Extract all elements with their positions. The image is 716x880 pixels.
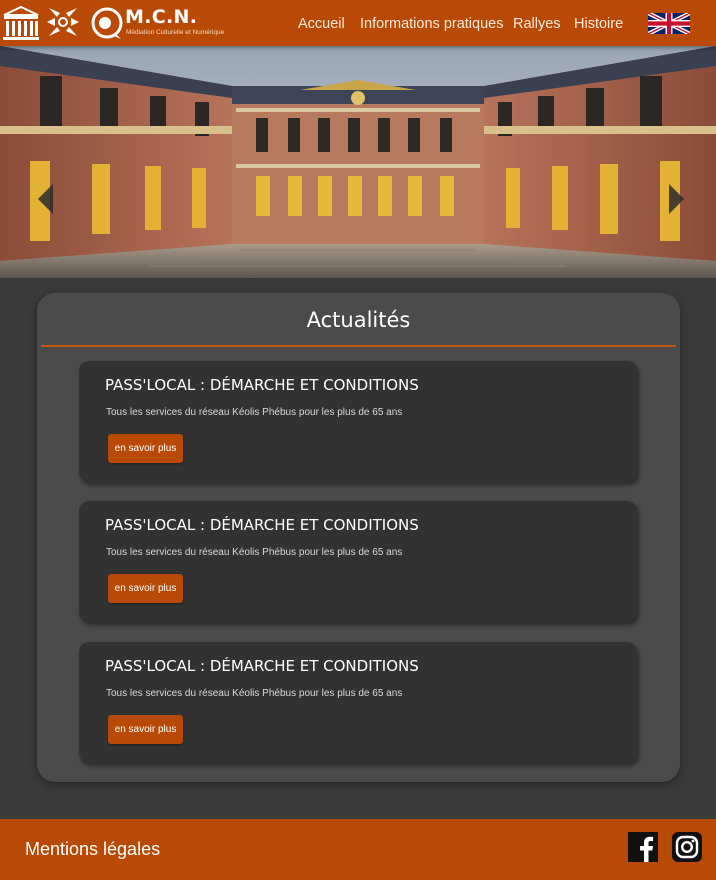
nav-accueil[interactable]: Accueil bbox=[298, 15, 345, 33]
hero-slider bbox=[0, 46, 716, 278]
compass-logo-icon[interactable] bbox=[45, 4, 81, 40]
news-title-divider bbox=[41, 345, 676, 347]
news-card: PASS'LOCAL : DÉMARCHE ET CONDITIONS Tous… bbox=[79, 642, 637, 763]
news-card-text: Tous les services du réseau Kéolis Phébu… bbox=[106, 407, 403, 418]
mcn-logo-icon[interactable] bbox=[90, 6, 126, 40]
site-header: M.C.N. Médiation Culturelle et Numérique… bbox=[0, 0, 716, 46]
nav-informations-pratiques[interactable]: Informations pratiques bbox=[360, 15, 503, 33]
news-card-title: PASS'LOCAL : DÉMARCHE ET CONDITIONS bbox=[105, 657, 419, 675]
facebook-icon[interactable] bbox=[628, 832, 658, 862]
instagram-icon[interactable] bbox=[672, 832, 702, 862]
news-card-title: PASS'LOCAL : DÉMARCHE ET CONDITIONS bbox=[105, 516, 419, 534]
chevron-left-icon[interactable] bbox=[38, 184, 54, 214]
news-card: PASS'LOCAL : DÉMARCHE ET CONDITIONS Tous… bbox=[79, 361, 637, 482]
news-card: PASS'LOCAL : DÉMARCHE ET CONDITIONS Tous… bbox=[79, 501, 637, 622]
news-panel: Actualités PASS'LOCAL : DÉMARCHE ET COND… bbox=[37, 293, 680, 782]
brand-name[interactable]: M.C.N. bbox=[125, 7, 197, 27]
nav-histoire[interactable]: Histoire bbox=[574, 15, 623, 33]
news-card-title: PASS'LOCAL : DÉMARCHE ET CONDITIONS bbox=[105, 376, 419, 394]
uk-flag-icon[interactable] bbox=[648, 13, 690, 34]
news-title: Actualités bbox=[306, 308, 411, 332]
chevron-right-icon[interactable] bbox=[668, 184, 684, 214]
read-more-button[interactable]: en savoir plus bbox=[108, 574, 183, 603]
read-more-button[interactable]: en savoir plus bbox=[108, 434, 183, 463]
news-card-text: Tous les services du réseau Kéolis Phébu… bbox=[106, 688, 403, 699]
nav-rallyes[interactable]: Rallyes bbox=[513, 15, 561, 33]
hero-image bbox=[0, 46, 716, 278]
legal-notice-link[interactable]: Mentions légales bbox=[25, 838, 160, 860]
unesco-logo-icon[interactable] bbox=[2, 5, 40, 43]
brand-tagline: Médiation Culturelle et Numérique bbox=[126, 29, 225, 36]
read-more-button[interactable]: en savoir plus bbox=[108, 715, 183, 744]
news-card-text: Tous les services du réseau Kéolis Phébu… bbox=[106, 547, 403, 558]
site-footer: Mentions légales bbox=[0, 819, 716, 880]
